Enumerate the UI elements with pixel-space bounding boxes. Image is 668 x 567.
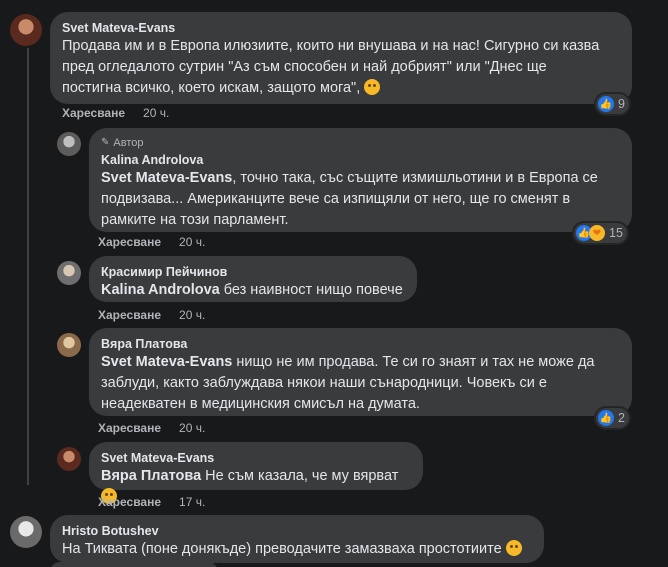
comment-bubble: Вяра Платова Svet Mateva-Evans нищо не и…	[89, 328, 632, 416]
comment-author[interactable]: Вяра Платова	[101, 336, 620, 352]
comment-meta: Харесване 20 ч.	[62, 106, 169, 120]
comment-text: На Тиквата (поне донякъде) преводачите з…	[62, 539, 532, 560]
like-reaction-icon: 👍	[598, 96, 614, 112]
comment-author[interactable]: Красимир Пейчинов	[101, 264, 405, 280]
author-badge: ✎ Автор	[101, 137, 144, 149]
mention-link[interactable]: Svet Mateva-Evans	[101, 354, 232, 370]
avatar[interactable]	[57, 261, 81, 285]
comment-bubble: Svet Mateva-Evans Вяра Платова Не съм ка…	[89, 442, 423, 504]
comment-author[interactable]: Hristo Botushev	[62, 523, 532, 539]
mention-link[interactable]: Вяра Платова	[101, 468, 201, 484]
comment-meta: Харесване 20 ч.	[98, 308, 205, 322]
like-button[interactable]: Харесване	[98, 308, 161, 322]
comment-author[interactable]: Svet Mateva-Evans	[62, 20, 620, 36]
timestamp[interactable]: 17 ч.	[179, 495, 205, 509]
sad-emoji-icon	[505, 540, 522, 556]
timestamp[interactable]: 20 ч.	[179, 235, 205, 249]
comment-meta: Харесване 20 ч.	[98, 421, 205, 435]
next-comment-bubble	[50, 562, 218, 567]
comment-text: Kalina Androlova без наивност нищо повеч…	[101, 282, 403, 298]
like-button[interactable]: Харесване	[98, 495, 161, 509]
like-button[interactable]: Харесване	[62, 106, 125, 120]
reaction-summary[interactable]: 👍 2	[596, 408, 629, 428]
comment-author[interactable]: Kalina Androlova	[101, 152, 620, 168]
comment-bubble: Hristo Botushev На Тиквата (поне донякъд…	[50, 515, 544, 563]
timestamp[interactable]: 20 ч.	[179, 308, 205, 322]
comment-text: Продава им и в Европа илюзиите, които ни…	[62, 38, 600, 96]
avatar[interactable]	[10, 516, 42, 548]
timestamp[interactable]: 20 ч.	[143, 106, 169, 120]
avatar[interactable]	[57, 132, 81, 156]
like-reaction-icon: 👍	[598, 410, 614, 426]
mention-link[interactable]: Svet Mateva-Evans	[101, 170, 232, 186]
timestamp[interactable]: 20 ч.	[179, 421, 205, 435]
comment-bubble: ✎ Автор Kalina Androlova Svet Mateva-Evan…	[89, 128, 632, 232]
comment-meta: Харесване 20 ч.	[98, 235, 205, 249]
thread-line	[27, 48, 29, 485]
avatar[interactable]	[57, 333, 81, 357]
care-reaction-icon: ❤	[589, 225, 605, 241]
avatar[interactable]	[57, 447, 81, 471]
comment-text: Svet Mateva-Evans, точно така, със същит…	[101, 170, 598, 228]
reaction-summary[interactable]: 👍 ❤ 15	[574, 223, 627, 243]
comment-bubble: Красимир Пейчинов Kalina Androlova без н…	[89, 256, 417, 302]
comment-text: Svet Mateva-Evans нищо не им продава. Те…	[101, 354, 595, 412]
comment-bubble: Svet Mateva-Evans Продава им и в Европа …	[50, 12, 632, 104]
mention-link[interactable]: Kalina Androlova	[101, 282, 220, 298]
reaction-summary[interactable]: 👍 9	[596, 94, 629, 114]
like-button[interactable]: Харесване	[98, 421, 161, 435]
comment-author[interactable]: Svet Mateva-Evans	[101, 450, 411, 466]
like-button[interactable]: Харесване	[98, 235, 161, 249]
smirk-emoji-icon	[364, 79, 381, 95]
avatar[interactable]	[10, 14, 42, 46]
comment-meta: Харесване 17 ч.	[98, 495, 205, 509]
